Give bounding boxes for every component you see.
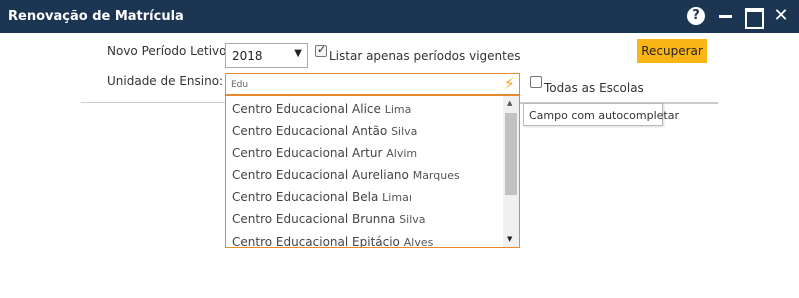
lightning-bolt-icon[interactable]: ⚡ bbox=[504, 74, 515, 94]
autocomplete-option[interactable]: Centro Educacional Bela Limaı bbox=[232, 190, 412, 204]
autocomplete-option[interactable]: Centro Educacional Epitácio Alves bbox=[232, 235, 433, 247]
periodo-select[interactable]: 2018 ▼ bbox=[225, 43, 308, 68]
unidade-label: Unidade de Ensino: bbox=[107, 74, 224, 88]
window-titlebar: Renovação de Matrícula ? ✕ bbox=[0, 0, 799, 33]
todas-escolas-label[interactable]: Todas as Escolas bbox=[544, 81, 644, 95]
autocomplete-option[interactable]: Centro Educacional Antão Silva bbox=[232, 124, 417, 138]
unidade-input[interactable]: Edu ⚡ bbox=[225, 73, 520, 95]
unidade-input-value: Edu bbox=[231, 80, 249, 90]
autocomplete-option[interactable]: Centro Educacional Artur Alvim bbox=[232, 146, 417, 160]
chevron-down-icon: ▼ bbox=[294, 48, 302, 59]
recuperar-button[interactable]: Recuperar bbox=[637, 39, 707, 63]
autocomplete-option[interactable]: Centro Educacional Alice Lima bbox=[232, 102, 411, 116]
checkmark-icon: ✓ bbox=[317, 43, 327, 56]
periodo-select-value: 2018 bbox=[232, 49, 263, 63]
scroll-down-icon[interactable]: ▼ bbox=[507, 235, 512, 243]
todas-escolas-checkbox[interactable] bbox=[530, 76, 542, 88]
maximize-icon[interactable] bbox=[744, 7, 764, 29]
scrollbar-thumb[interactable] bbox=[505, 113, 517, 195]
periodo-label: Novo Período Letivo: bbox=[107, 44, 231, 58]
autocomplete-option[interactable]: Centro Educacional Brunna Silva bbox=[232, 212, 426, 226]
listar-vigentes-checkbox[interactable]: ✓ bbox=[315, 43, 327, 57]
minimize-icon[interactable] bbox=[717, 7, 735, 25]
listar-vigentes-label[interactable]: Listar apenas períodos vigentes bbox=[329, 49, 520, 63]
scroll-up-icon[interactable]: ▲ bbox=[507, 99, 512, 107]
autocomplete-option[interactable]: Centro Educacional Aureliano Marques bbox=[232, 168, 460, 182]
divider bbox=[81, 102, 225, 103]
tooltip-text: Campo com autocompletar bbox=[529, 109, 679, 122]
autocomplete-dropdown[interactable]: Centro Educacional Alice Lima Centro Edu… bbox=[225, 95, 520, 248]
help-icon[interactable]: ? bbox=[687, 7, 705, 25]
window-title: Renovação de Matrícula bbox=[8, 9, 184, 24]
dropdown-scrollbar[interactable]: ▲ ▼ bbox=[503, 96, 519, 247]
autocomplete-tooltip: Campo com autocompletar bbox=[523, 103, 679, 126]
close-icon[interactable]: ✕ bbox=[772, 7, 790, 25]
